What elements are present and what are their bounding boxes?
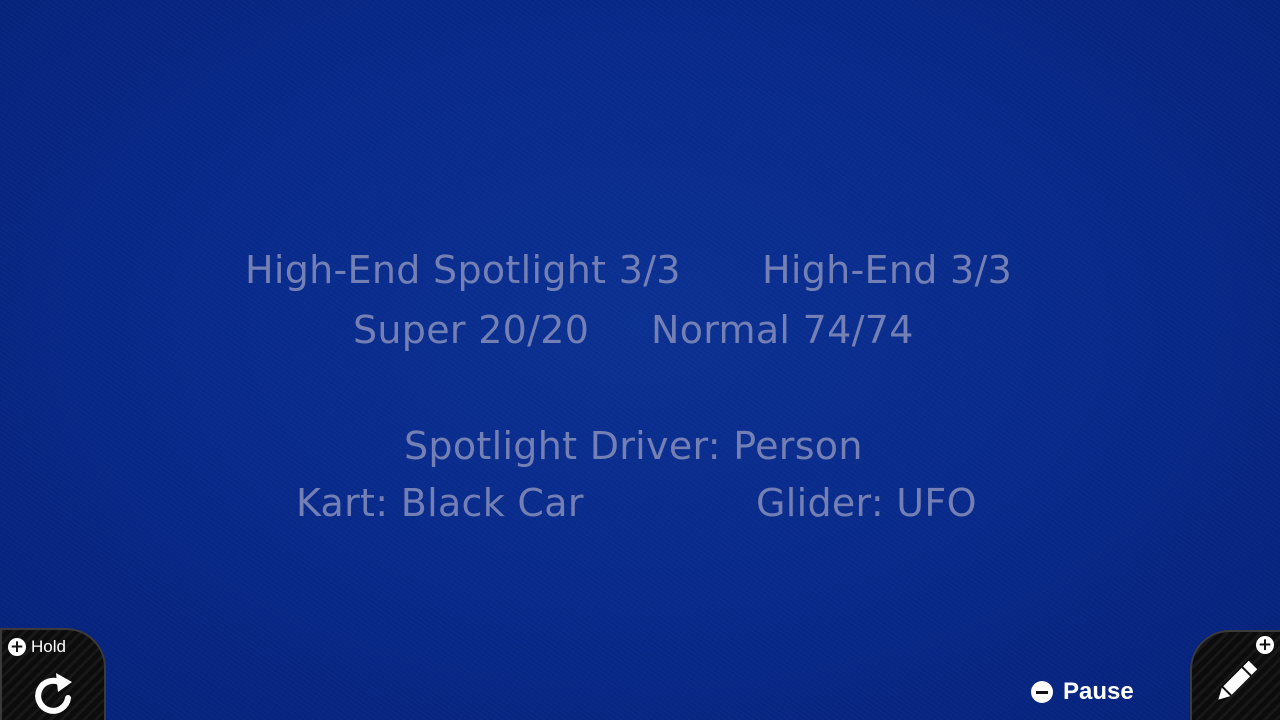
pause-button[interactable]: Pause: [1031, 678, 1134, 705]
normal-count: Normal 74/74: [651, 308, 914, 352]
edit-button[interactable]: +: [1190, 630, 1280, 720]
kart-label: Kart: Black Car: [296, 481, 584, 525]
hold-rotate-button[interactable]: + Hold: [0, 628, 106, 720]
high-end-spotlight-count: High-End Spotlight 3/3: [245, 248, 681, 292]
plus-icon: +: [1256, 635, 1274, 655]
hold-label: Hold: [31, 637, 66, 656]
minus-icon: [1031, 681, 1053, 703]
high-end-count: High-End 3/3: [762, 248, 1013, 292]
super-count: Super 20/20: [353, 308, 590, 352]
rotate-icon: [35, 673, 72, 714]
spotlight-driver-label: Spotlight Driver: Person: [404, 424, 863, 468]
pause-label: Pause: [1063, 678, 1134, 705]
glider-label: Glider: UFO: [756, 481, 977, 525]
background-texture: [0, 0, 1280, 720]
plus-icon: +: [8, 637, 26, 657]
pencil-icon: [1218, 660, 1258, 700]
